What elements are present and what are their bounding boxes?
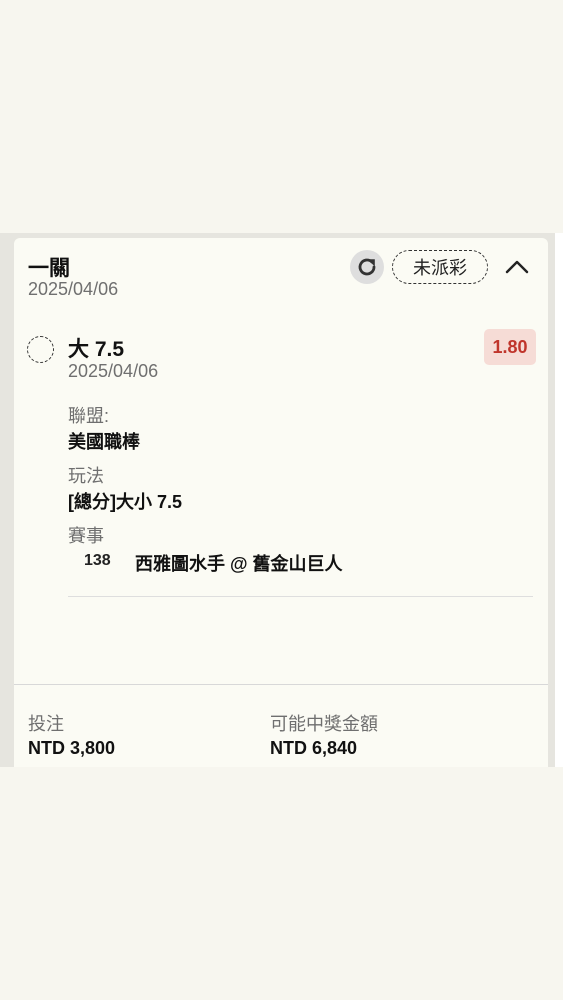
league-value: 美國職棒: [68, 432, 140, 452]
footer-divider: [14, 684, 548, 685]
refresh-icon: [358, 258, 376, 276]
stake-value: NTD 3,800: [28, 738, 116, 758]
selection-name: 大 7.5: [68, 338, 125, 361]
stake-label: 投注: [28, 714, 64, 734]
bet-date: 2025/04/06: [28, 279, 119, 299]
status-badge: 未派彩: [392, 250, 488, 284]
event-label: 賽事: [68, 526, 104, 546]
event-name: 西雅圖水手 @ 舊金山巨人: [135, 554, 343, 574]
market-label: 玩法: [68, 466, 104, 486]
dashed-circle-icon[interactable]: [27, 336, 54, 363]
bet-type-title: 一關: [28, 257, 70, 280]
odds-badge: 1.80: [484, 329, 536, 365]
selection-date: 2025/04/06: [68, 361, 159, 381]
bet-slip-viewport: 一關 2025/04/06 未派彩 大 7.5 2025/04/06 1.80 …: [0, 233, 563, 767]
market-value: [總分]大小 7.5: [68, 492, 183, 512]
bet-card: 一關 2025/04/06 未派彩 大 7.5 2025/04/06 1.80 …: [14, 238, 548, 767]
event-id: 138: [84, 552, 111, 569]
scrollbar[interactable]: [555, 233, 563, 767]
chevron-up-icon: [505, 260, 529, 274]
divider: [68, 596, 533, 597]
payout-label: 可能中獎金額: [270, 714, 378, 734]
collapse-button[interactable]: [502, 256, 532, 278]
refresh-button[interactable]: [350, 250, 384, 284]
league-label: 聯盟:: [68, 406, 110, 426]
payout-value: NTD 6,840: [270, 738, 358, 758]
